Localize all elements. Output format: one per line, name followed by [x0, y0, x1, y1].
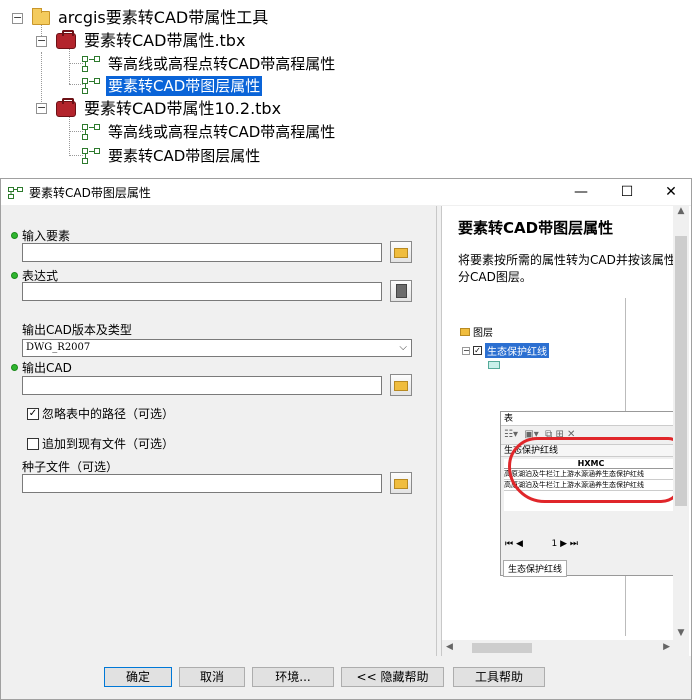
input-features-field[interactable] — [22, 243, 382, 262]
checkbox-checked-icon: ✓ — [473, 346, 482, 355]
calculator-icon — [396, 284, 407, 298]
table-nav: ⏮ ◀ 1 ▶ ⏭ — [505, 539, 578, 549]
ignore-paths-checkbox[interactable]: ✓ 忽略表中的路径（可选） — [27, 405, 174, 422]
tree-tool-layer-selected[interactable]: 要素转CAD带图层属性 — [82, 75, 263, 97]
table-tab: 生态保护红线 — [503, 560, 568, 577]
script-tool-icon — [82, 55, 102, 73]
chevron-down-icon: ⌵ — [399, 342, 407, 353]
toolbox-icon — [56, 30, 76, 49]
close-button[interactable]: ✕ — [649, 179, 693, 205]
folder-icon — [394, 479, 408, 489]
browse-output-button[interactable] — [390, 374, 412, 396]
tree-root[interactable]: arcgis要素转CAD带属性工具 — [32, 7, 270, 29]
output-cad-field[interactable] — [22, 376, 382, 395]
collapse-icon[interactable]: − — [36, 35, 47, 47]
browse-input-button[interactable] — [390, 241, 412, 263]
minimize-button[interactable]: — — [559, 179, 603, 205]
expression-field[interactable] — [22, 282, 382, 301]
toolbox-icon — [56, 98, 76, 117]
seed-file-label: 种子文件（可选） — [22, 460, 119, 474]
toc-layer-name: 生态保护红线 — [485, 343, 549, 358]
red-annotation-loop — [508, 437, 683, 503]
table-window-title: 表 — [501, 412, 681, 426]
toc-layers-label: 图层 — [473, 328, 493, 339]
layers-icon — [460, 327, 470, 336]
scroll-down-icon[interactable]: ▼ — [673, 628, 689, 638]
folder-icon — [32, 8, 50, 25]
script-tool-icon — [82, 77, 102, 95]
hide-help-button[interactable]: << 隐藏帮助 — [341, 667, 444, 687]
seed-file-field[interactable] — [22, 474, 382, 493]
symbol-swatch — [488, 361, 500, 369]
tool-help-button[interactable]: 工具帮助 — [453, 667, 545, 687]
button-bar: 确定 取消 环境... << 隐藏帮助 工具帮助 — [1, 657, 691, 699]
scroll-thumb[interactable] — [675, 236, 687, 506]
dialog-titlebar[interactable]: 要素转CAD带图层属性 — ☐ ✕ — [1, 179, 691, 205]
tree-tool-contour-2[interactable]: 等高线或高程点转CAD带高程属性 — [82, 121, 337, 143]
parameters-pane: 输入要素 表达式 输出CAD版本及类型 DWG_R2007 ⌵ 输出CAD ✓ 忽略… — [3, 206, 437, 656]
help-horizontal-scrollbar[interactable]: ◀ ▶ — [442, 640, 674, 656]
collapse-icon[interactable]: − — [12, 12, 23, 24]
required-dot-icon — [11, 232, 18, 239]
ok-button[interactable]: 确定 — [104, 667, 172, 687]
tool-dialog: 要素转CAD带图层属性 — ☐ ✕ 输入要素 表达式 输出CAD版本及类型 DW… — [0, 178, 692, 700]
browse-seed-button[interactable] — [390, 472, 412, 494]
dialog-title: 要素转CAD带图层属性 — [29, 186, 151, 200]
folder-icon — [394, 381, 408, 391]
script-tool-icon — [8, 185, 24, 199]
maximize-button[interactable]: ☐ — [605, 179, 649, 205]
tree-tool-layer-2[interactable]: 要素转CAD带图层属性 — [82, 145, 262, 167]
help-title: 要素转CAD带图层属性 — [458, 219, 614, 237]
scroll-thumb[interactable] — [472, 643, 532, 653]
collapse-icon: − — [462, 345, 470, 355]
help-pane: 要素转CAD带图层属性 将要素按所需的属性转为CAD并按该属性分CAD图层。 图… — [441, 206, 691, 656]
output-cad-label: 输出CAD — [11, 359, 72, 376]
folder-icon — [394, 248, 408, 258]
tree-tool-contour[interactable]: 等高线或高程点转CAD带高程属性 — [82, 53, 337, 75]
help-description: 将要素按所需的属性转为CAD并按该属性分CAD图层。 — [458, 253, 676, 284]
sql-builder-button[interactable] — [390, 280, 412, 302]
append-checkbox[interactable]: 追加到现有文件（可选） — [27, 435, 174, 452]
scroll-up-icon[interactable]: ▲ — [673, 206, 689, 216]
checkbox-checked-icon: ✓ — [27, 407, 39, 420]
cad-version-select[interactable]: DWG_R2007 ⌵ — [22, 339, 412, 357]
tree-toolbox-1[interactable]: 要素转CAD带属性.tbx — [56, 30, 247, 52]
checkbox-empty-icon — [27, 437, 39, 450]
input-features-label: 输入要素 — [11, 227, 70, 244]
environments-button[interactable]: 环境... — [252, 667, 334, 687]
script-tool-icon — [82, 147, 102, 165]
help-vertical-scrollbar[interactable]: ▲ ▼ — [673, 206, 689, 656]
required-dot-icon — [11, 364, 18, 371]
help-image-toc: 图层 − ✓ 生态保护红线 — [460, 324, 580, 384]
script-tool-icon — [82, 123, 102, 141]
collapse-icon[interactable]: − — [36, 102, 47, 114]
scroll-left-icon[interactable]: ◀ — [446, 642, 453, 652]
cad-version-label: 输出CAD版本及类型 — [22, 323, 132, 337]
catalog-tree: − arcgis要素转CAD带属性工具 − 要素转CAD带属性.tbx 等高线或… — [0, 0, 700, 178]
scroll-right-icon[interactable]: ▶ — [663, 642, 670, 652]
cancel-button[interactable]: 取消 — [179, 667, 245, 687]
tree-toolbox-2[interactable]: 要素转CAD带属性10.2.tbx — [56, 98, 283, 120]
required-dot-icon — [11, 272, 18, 279]
